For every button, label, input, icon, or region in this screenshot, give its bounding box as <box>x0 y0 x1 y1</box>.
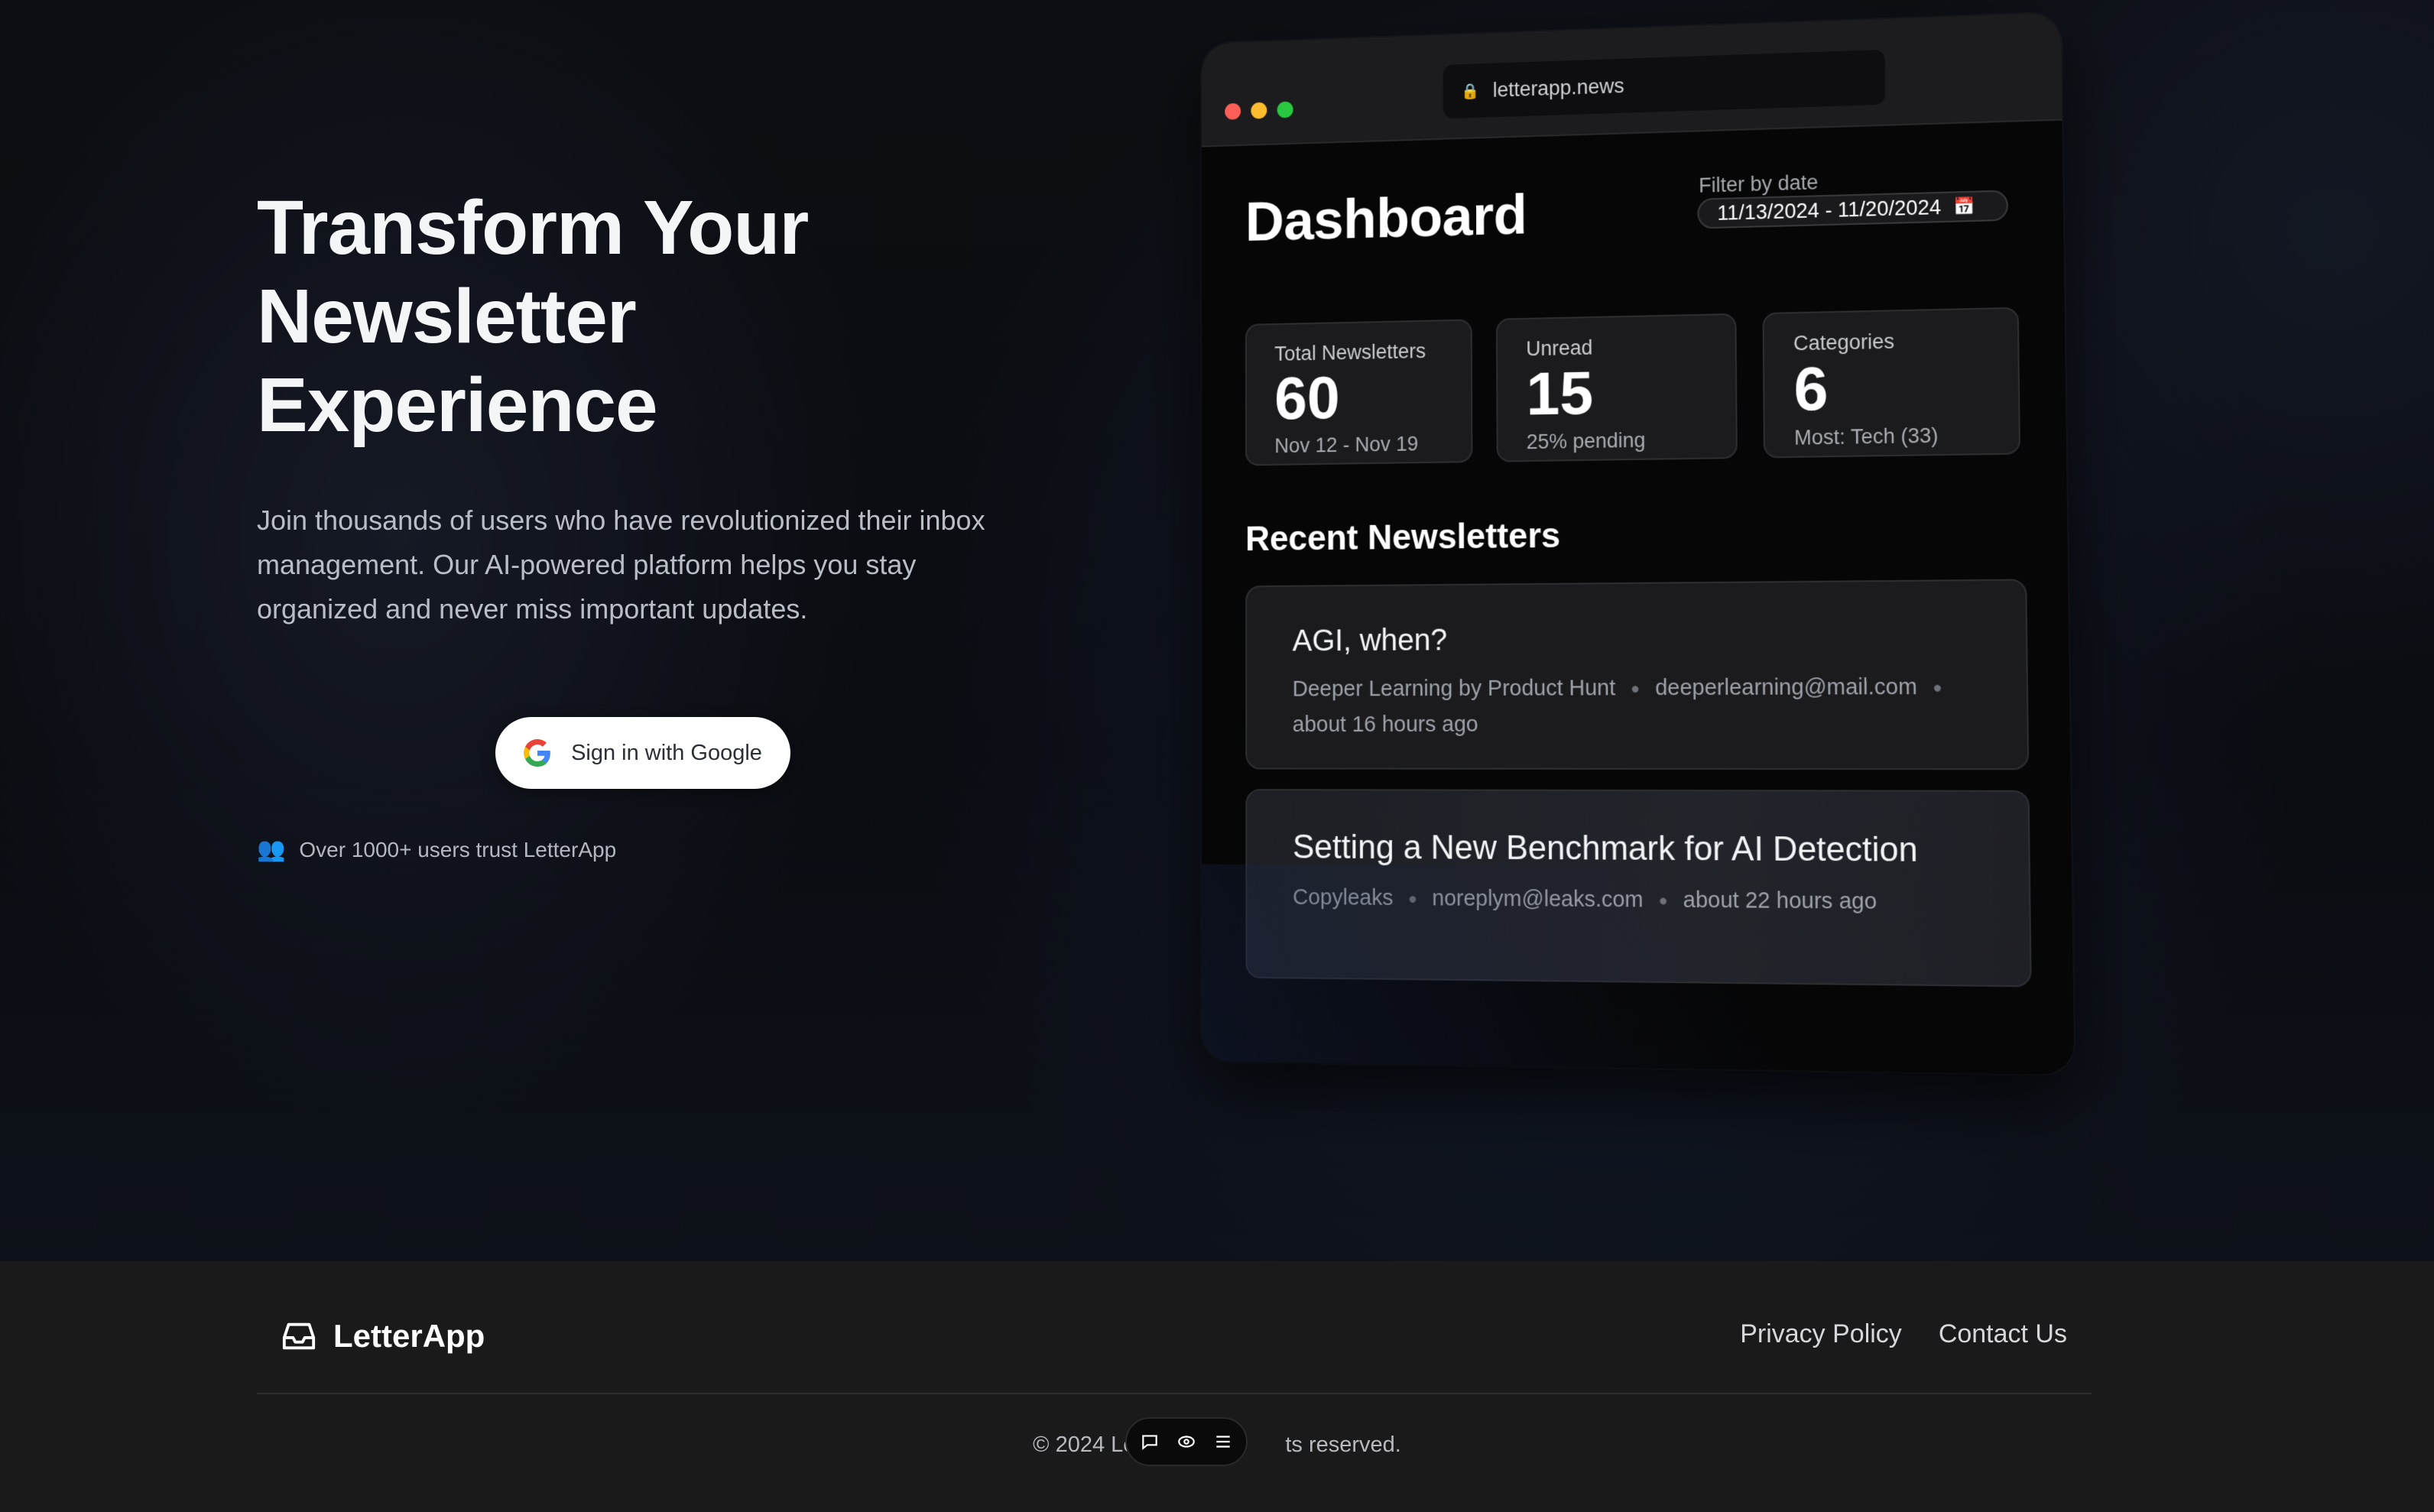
stat-card-total: Total Newsletters 60 Nov 12 - Nov 19 <box>1245 319 1473 466</box>
floating-toolbar <box>1125 1417 1248 1466</box>
menu-icon[interactable] <box>1213 1432 1233 1452</box>
privacy-policy-link[interactable]: Privacy Policy <box>1740 1319 1902 1349</box>
google-icon <box>524 739 550 767</box>
stat-label: Unread <box>1526 336 1593 361</box>
hero-title-line-3: Experience <box>257 362 658 448</box>
newsletter-meta: Deeper Learning by Product Hunt ● deeperle… <box>1293 669 1980 742</box>
newsletter-source: Deeper Learning by Product Hunt <box>1292 676 1616 702</box>
url-text: letterapp.news <box>1492 73 1624 102</box>
browser-titlebar: 🔒 letterapp.news <box>1201 12 2062 148</box>
hero-section: Transform Your Newsletter Experience Joi… <box>0 0 2434 1261</box>
hero-title-line-1: Transform Your <box>257 185 809 271</box>
browser-window: 🔒 letterapp.news Dashboard Filter by dat… <box>1201 12 2075 1075</box>
dashboard-title: Dashboard <box>1245 183 1527 253</box>
newsletter-meta: Copyleaks ● noreplym@leaks.com ● about 22 ho… <box>1293 880 1981 921</box>
stat-value: 15 <box>1526 359 1594 428</box>
newsletter-email: deeperlearning@mail.com <box>1655 674 1918 701</box>
stat-card-categories: Categories 6 Most: Tech (33) <box>1762 307 2021 459</box>
footer-links: Privacy Policy Contact Us <box>1740 1319 2067 1349</box>
sign-in-with-google-button[interactable]: Sign in with Google <box>495 717 790 789</box>
newsletter-card: Setting a New Benchmark for AI Detection… <box>1245 789 2032 988</box>
separator-dot-icon: ● <box>1631 680 1641 698</box>
footer-brand[interactable]: LetterApp <box>281 1318 485 1355</box>
trust-line: 👥 Over 1000+ users trust LetterApp <box>257 836 616 863</box>
stat-value: 60 <box>1274 364 1340 432</box>
recent-newsletters-heading: Recent Newsletters <box>1245 514 1561 558</box>
lock-icon: 🔒 <box>1460 83 1480 100</box>
hero-title: Transform Your Newsletter Experience <box>257 183 1021 449</box>
copyright-right: ts reserved. <box>1285 1433 1401 1457</box>
eye-icon[interactable] <box>1176 1432 1196 1452</box>
separator-dot-icon: ● <box>1658 892 1668 910</box>
separator-dot-icon: ● <box>1407 891 1417 908</box>
stat-value: 6 <box>1793 354 1829 423</box>
separator-dot-icon: ● <box>1933 680 1942 697</box>
stat-sub: 25% pending <box>1526 428 1646 454</box>
maximize-dot-icon <box>1277 101 1293 118</box>
newsletter-title: Setting a New Benchmark for AI Detection <box>1292 828 1918 869</box>
stat-label: Total Newsletters <box>1274 339 1426 365</box>
newsletter-title: AGI, when? <box>1292 623 1448 658</box>
close-dot-icon <box>1225 102 1241 120</box>
calendar-icon: 📅 <box>1953 196 1975 216</box>
filter-label: Filter by date <box>1699 170 1819 197</box>
dashboard-mockup: 🔒 letterapp.news Dashboard Filter by dat… <box>1168 4 2101 1083</box>
hero-title-line-2: Newsletter <box>257 274 637 359</box>
stat-label: Categories <box>1793 329 1895 355</box>
comment-icon[interactable] <box>1140 1432 1160 1452</box>
newsletter-source: Copyleaks <box>1293 885 1394 910</box>
newsletter-email: noreplym@leaks.com <box>1432 886 1644 913</box>
footer-divider <box>257 1393 2092 1394</box>
brand-name: LetterApp <box>333 1318 485 1354</box>
stat-sub: Most: Tech (33) <box>1793 423 1939 449</box>
minimize-dot-icon <box>1251 102 1267 119</box>
newsletter-time: about 16 hours ago <box>1292 712 1478 738</box>
stat-card-unread: Unread 15 25% pending <box>1495 313 1738 462</box>
newsletter-time: about 22 hours ago <box>1683 887 1877 914</box>
date-filter-value: 11/13/2024 - 11/20/2024 <box>1717 195 1942 225</box>
inbox-icon <box>282 1322 316 1350</box>
stat-sub: Nov 12 - Nov 19 <box>1274 432 1419 458</box>
contact-us-link[interactable]: Contact Us <box>1939 1319 2067 1349</box>
hero-subtitle: Join thousands of users who have revolut… <box>257 505 985 625</box>
trust-text: Over 1000+ users trust LetterApp <box>299 837 617 861</box>
users-icon: 👥 <box>257 837 286 862</box>
newsletter-card: AGI, when? Deeper Learning by Product Hu… <box>1245 579 2030 771</box>
google-button-label: Sign in with Google <box>571 740 762 765</box>
url-bar: 🔒 letterapp.news <box>1443 49 1886 119</box>
footer: LetterApp Privacy Policy Contact Us © 20… <box>0 1261 2434 1512</box>
